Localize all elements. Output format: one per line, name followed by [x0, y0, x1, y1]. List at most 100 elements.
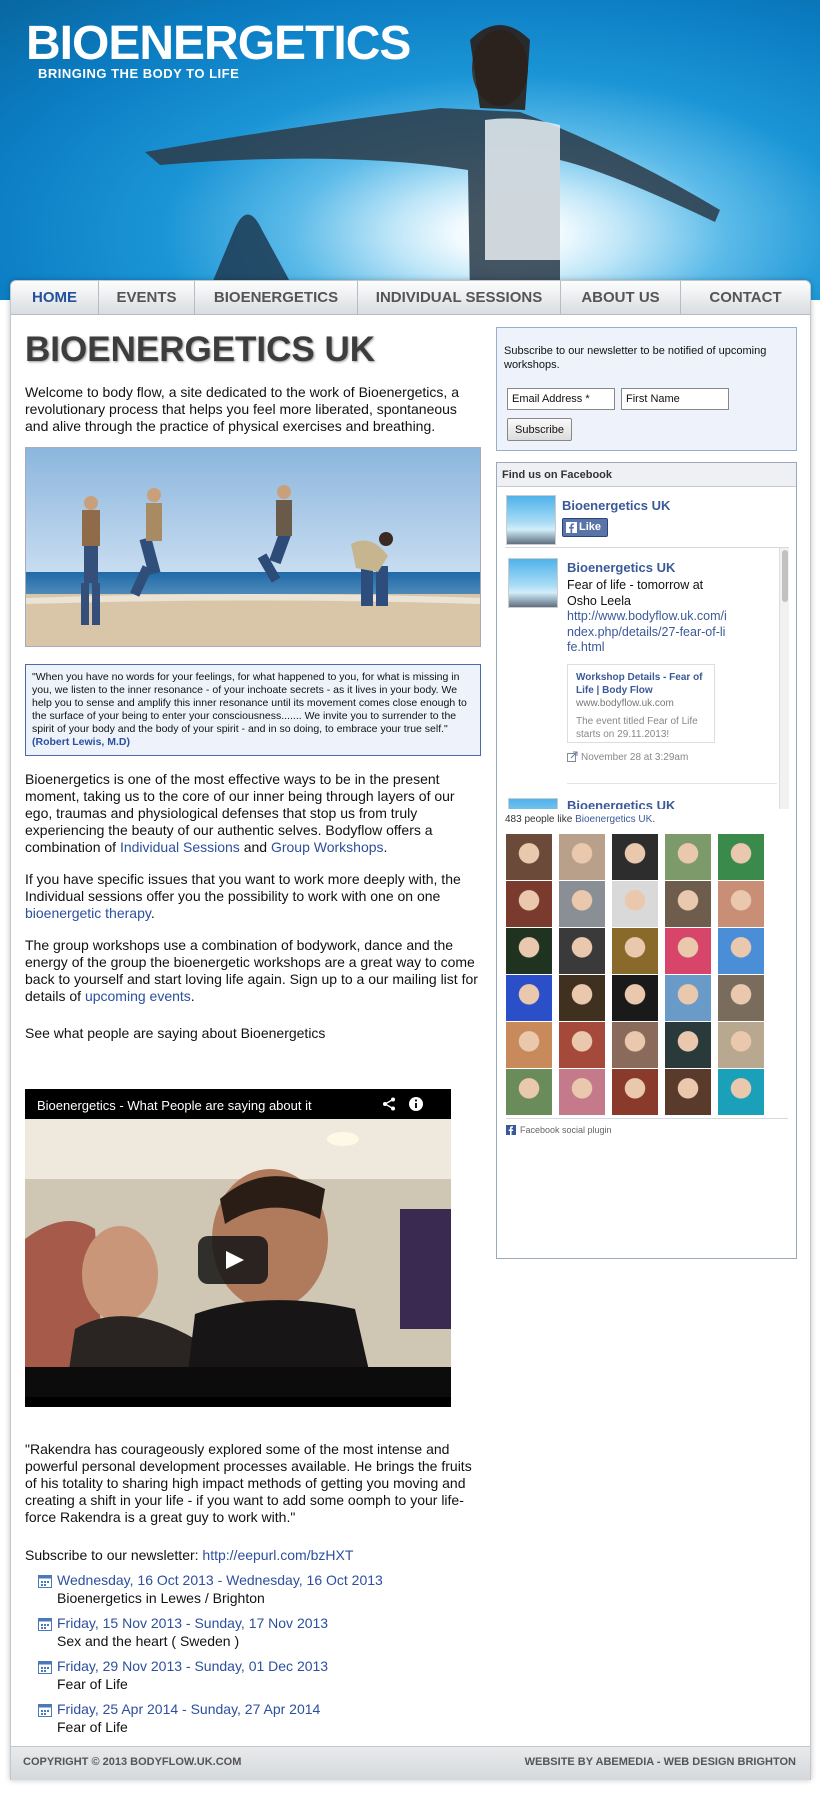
page-title: BIOENERGETICS UK — [25, 330, 376, 369]
event-item: Friday, 29 Nov 2013 - Sunday, 01 Dec 201… — [38, 1657, 478, 1693]
facebook-plugin-footer: Facebook social plugin — [506, 1118, 788, 1135]
fan-avatar[interactable] — [718, 834, 764, 880]
fan-avatar[interactable] — [612, 834, 658, 880]
fan-avatar[interactable] — [665, 881, 711, 927]
event-date-link[interactable]: Friday, 29 Nov 2013 - Sunday, 01 Dec 201… — [57, 1658, 328, 1674]
group-workshops-link[interactable]: Group Workshops — [271, 839, 384, 855]
email-field[interactable]: Email Address * — [507, 388, 615, 410]
nav-bioenergetics[interactable]: BIOENERGETICS — [195, 281, 358, 315]
fan-avatar[interactable] — [665, 834, 711, 880]
individual-sessions-link[interactable]: Individual Sessions — [120, 839, 240, 855]
post-author[interactable]: Bioenergetics UK — [567, 798, 675, 809]
fan-avatar[interactable] — [506, 975, 552, 1021]
event-name: Sex and the heart ( Sweden ) — [57, 1633, 240, 1649]
post-link[interactable]: http://www.bodyflow.uk.com/index.php/det… — [567, 609, 727, 654]
event-date-link[interactable]: Wednesday, 16 Oct 2013 - Wednesday, 16 O… — [57, 1572, 383, 1588]
site-footer: COPYRIGHT © 2013 BODYFLOW.UK.COM WEBSITE… — [11, 1746, 810, 1780]
fan-avatar[interactable] — [612, 975, 658, 1021]
post-timestamp[interactable]: November 28 at 3:29am — [581, 752, 688, 763]
calendar-icon — [38, 1618, 52, 1631]
beach-jumping-people-image — [25, 446, 481, 647]
fan-avatar[interactable] — [506, 1069, 552, 1115]
fan-avatar[interactable] — [665, 975, 711, 1021]
post-author-avatar[interactable] — [508, 798, 558, 809]
plugin-label: Facebook social plugin — [520, 1125, 612, 1135]
post-author-avatar[interactable] — [508, 558, 558, 608]
fan-avatar[interactable] — [559, 975, 605, 1021]
quote-author: (Robert Lewis, M.D) — [32, 735, 131, 748]
site-logo[interactable]: BIOENERGETICS — [26, 20, 411, 68]
fan-avatar[interactable] — [506, 881, 552, 927]
facebook-page-link[interactable]: Bioenergetics UK — [575, 814, 652, 825]
post-divider — [567, 783, 777, 784]
facebook-like-button[interactable]: Like — [562, 518, 608, 537]
upcoming-events-link[interactable]: upcoming events — [85, 988, 191, 1004]
fan-avatar[interactable] — [612, 1022, 658, 1068]
first-name-field[interactable]: First Name — [621, 388, 729, 410]
facebook-widget-header: Find us on Facebook — [497, 463, 796, 487]
fan-avatar[interactable] — [506, 1022, 552, 1068]
nav-home[interactable]: HOME — [11, 281, 99, 315]
site-tagline: BRINGING THE BODY TO LIFE — [38, 66, 240, 81]
fan-avatar[interactable] — [559, 834, 605, 880]
fan-avatar[interactable] — [718, 975, 764, 1021]
bioenergetic-therapy-link[interactable]: bioenergetic therapy — [25, 905, 151, 921]
fan-avatar[interactable] — [665, 1022, 711, 1068]
fan-avatar[interactable] — [718, 1069, 764, 1115]
facebook-feed[interactable]: Bioenergetics UK Fear of life - tomorrow… — [505, 547, 789, 809]
fan-avatar[interactable] — [559, 881, 605, 927]
bioenergetics-paragraph: Bioenergetics is one of the most effecti… — [25, 770, 455, 855]
quote-box: "When you have no words for your feeling… — [25, 663, 481, 756]
facebook-icon — [566, 522, 577, 533]
link-preview-title: Workshop Details - Fear of Life | Body F… — [576, 672, 703, 696]
fan-avatar[interactable] — [559, 1069, 605, 1115]
post-text: Fear of life - tomorrow at Osho Leela — [567, 578, 704, 608]
fan-avatar[interactable] — [612, 881, 658, 927]
fan-avatar[interactable] — [718, 928, 764, 974]
nav-individual-sessions[interactable]: INDIVIDUAL SESSIONS — [358, 281, 561, 315]
main-content: BIOENERGETICS UK Welcome to body flow, a… — [25, 329, 481, 1042]
like-label: Like — [579, 521, 602, 533]
fan-avatar[interactable] — [559, 928, 605, 974]
fan-avatar[interactable] — [612, 1069, 658, 1115]
facebook-widget: Find us on Facebook Bioenergetics UK Lik… — [496, 462, 797, 1259]
event-date-link[interactable]: Friday, 25 Apr 2014 - Sunday, 27 Apr 201… — [57, 1701, 320, 1717]
newsletter-link[interactable]: http://eepurl.com/bzHXT — [202, 1547, 353, 1563]
share-icon[interactable] — [382, 1097, 396, 1111]
feed-scrollbar-thumb[interactable] — [782, 550, 788, 602]
video-title[interactable]: Bioenergetics - What People are saying a… — [37, 1098, 312, 1113]
nav-events[interactable]: EVENTS — [99, 281, 195, 315]
link-preview-domain: www.bodyflow.uk.com — [576, 698, 674, 709]
events-list: Wednesday, 16 Oct 2013 - Wednesday, 16 O… — [38, 1571, 478, 1743]
event-date-link[interactable]: Friday, 15 Nov 2013 - Sunday, 17 Nov 201… — [57, 1615, 328, 1631]
facebook-fans-grid — [506, 834, 786, 1115]
fan-avatar[interactable] — [718, 1022, 764, 1068]
web-design-credit[interactable]: WEBSITE BY ABEMEDIA - WEB DESIGN BRIGHTO… — [525, 1756, 796, 1768]
nav-about-us[interactable]: ABOUT US — [561, 281, 681, 315]
post-author[interactable]: Bioenergetics UK — [567, 560, 675, 575]
fan-avatar[interactable] — [612, 928, 658, 974]
subscribe-button[interactable]: Subscribe — [507, 418, 572, 441]
facebook-icon — [506, 1125, 516, 1135]
fan-avatar[interactable] — [506, 834, 552, 880]
event-name: Bioenergetics in Lewes / Brighton — [57, 1590, 265, 1606]
info-icon[interactable] — [408, 1096, 424, 1112]
fan-avatar[interactable] — [559, 1022, 605, 1068]
event-name: Fear of Life — [57, 1676, 128, 1692]
post-link-preview[interactable]: Workshop Details - Fear of Life | Body F… — [567, 664, 715, 743]
video-player[interactable]: Bioenergetics - What People are saying a… — [25, 1089, 451, 1407]
testimonials-intro: See what people are saying about Bioener… — [25, 1024, 326, 1041]
shared-link-icon — [567, 751, 578, 762]
post-body: Fear of life - tomorrow at Osho Leela ht… — [567, 578, 727, 656]
fan-avatar[interactable] — [665, 928, 711, 974]
site-header: BIOENERGETICS BRINGING THE BODY TO LIFE — [0, 0, 820, 300]
feed-scrollbar[interactable] — [779, 548, 789, 809]
nav-contact[interactable]: CONTACT — [681, 281, 810, 315]
fan-avatar[interactable] — [506, 928, 552, 974]
facebook-page-name[interactable]: Bioenergetics UK — [562, 498, 670, 513]
play-icon — [226, 1251, 244, 1269]
fan-avatar[interactable] — [718, 881, 764, 927]
play-button[interactable] — [198, 1236, 268, 1284]
facebook-page-avatar[interactable] — [506, 495, 556, 545]
fan-avatar[interactable] — [665, 1069, 711, 1115]
